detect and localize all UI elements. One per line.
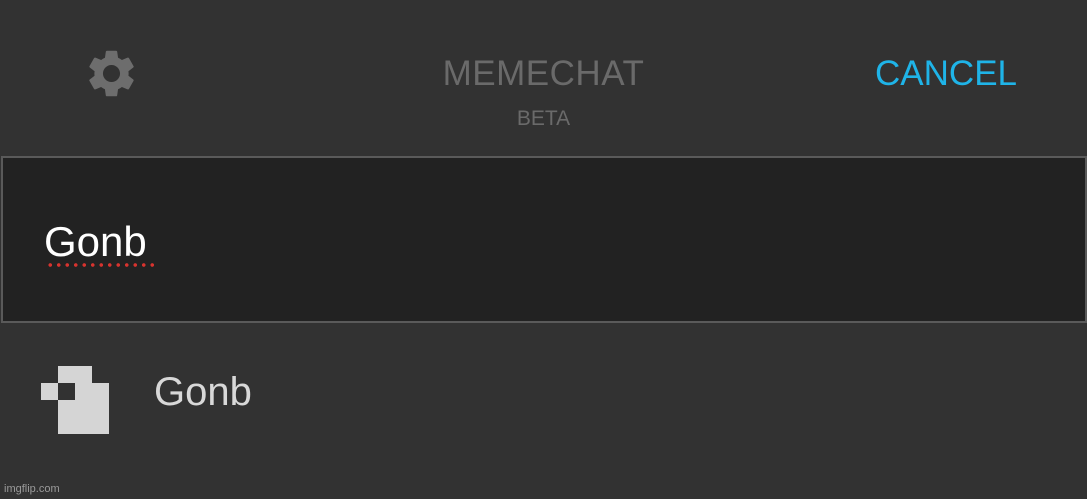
search-input-value: Gonb — [44, 218, 147, 265]
watermark: imgflip.com — [4, 483, 60, 495]
search-result-item[interactable]: Gonb — [0, 323, 1087, 463]
app-header: MEMECHAT BETA CANCEL — [0, 0, 1087, 156]
pixel-avatar-icon — [41, 366, 109, 434]
spellcheck-underline — [46, 262, 154, 268]
search-input[interactable] — [1, 156, 1087, 323]
cancel-button[interactable]: CANCEL — [875, 54, 1017, 94]
result-name: Gonb — [154, 370, 252, 414]
app-subtitle: BETA — [516, 107, 571, 130]
avatar — [41, 366, 109, 434]
